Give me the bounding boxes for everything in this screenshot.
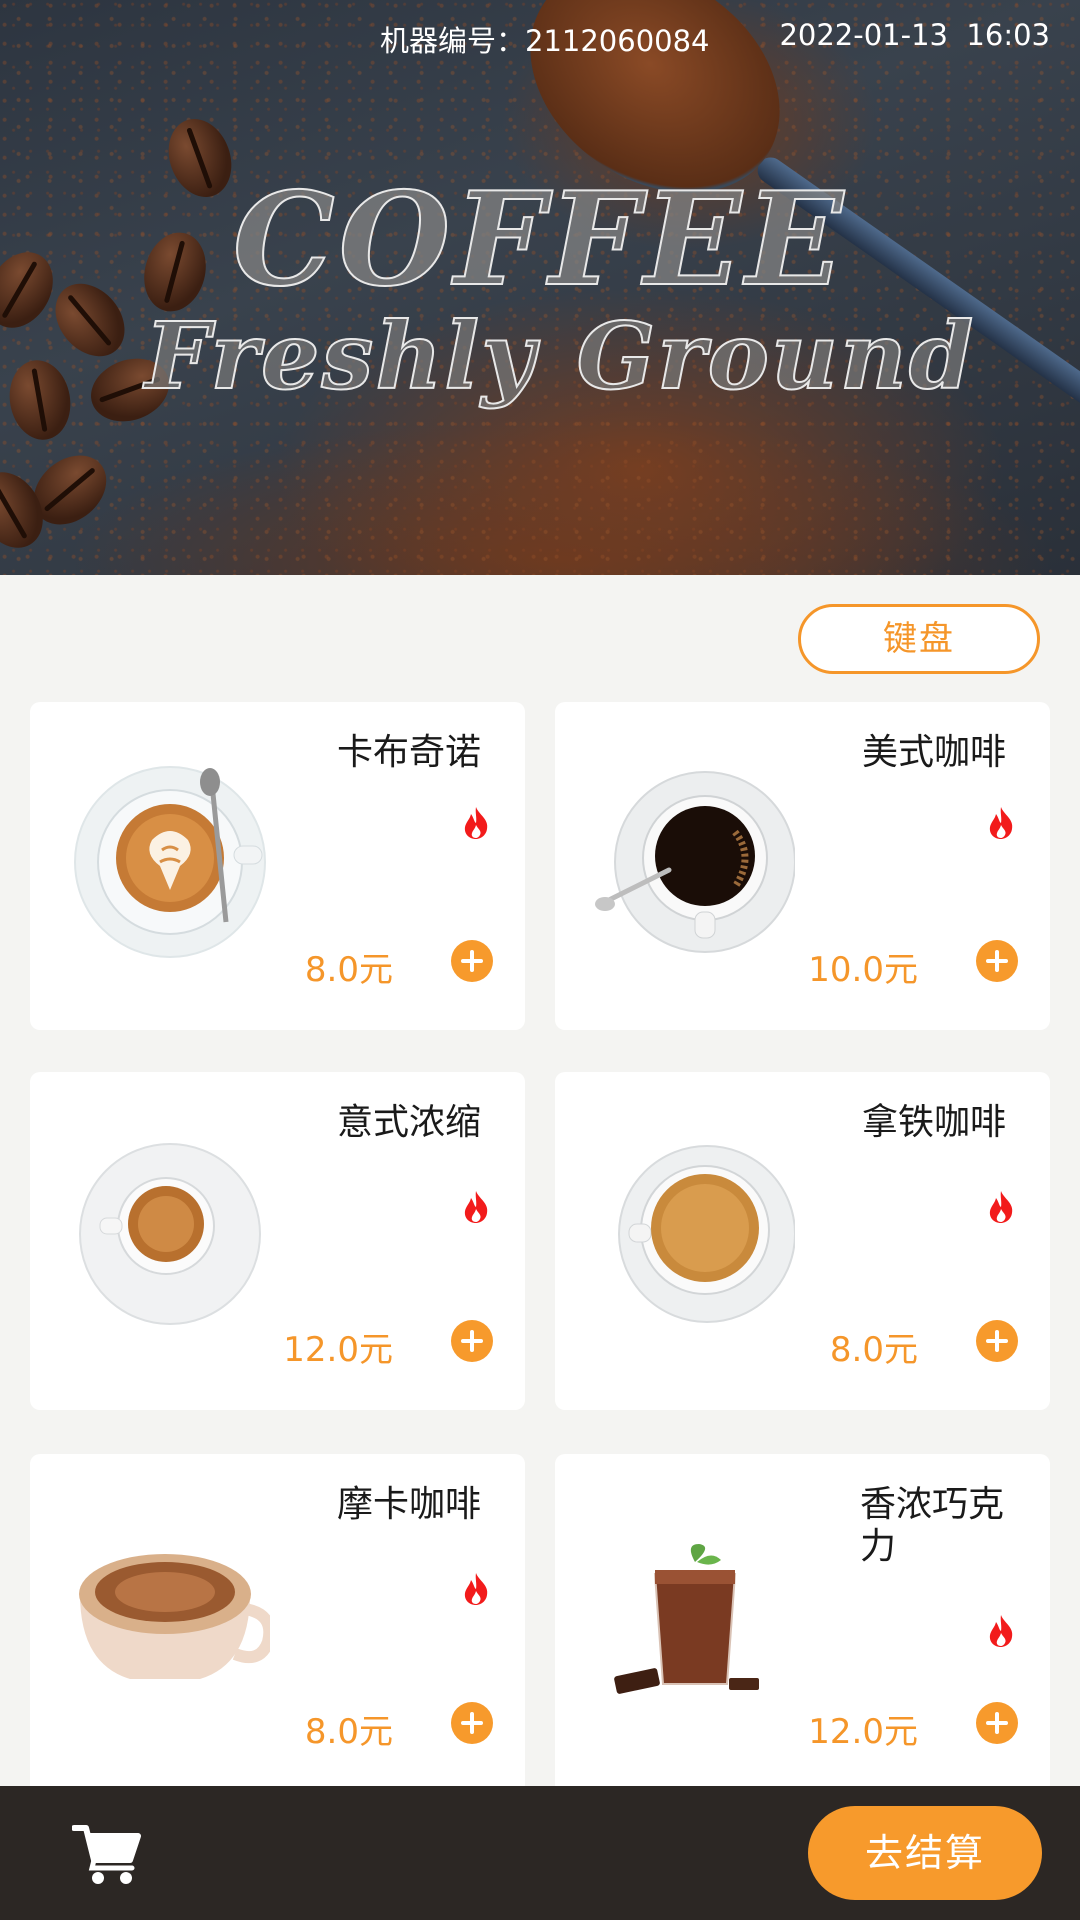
product-card-americano[interactable]: 美式咖啡 10.0元 — [555, 702, 1050, 1030]
product-card-mocha[interactable]: 摩卡咖啡 8.0元 — [30, 1454, 525, 1786]
add-to-cart-button[interactable] — [976, 1702, 1018, 1744]
product-price: 8.0元 — [304, 1712, 393, 1752]
chocolate-glass-icon — [614, 1544, 759, 1694]
product-name: 摩卡咖啡 — [336, 1484, 481, 1525]
product-name: 美式咖啡 — [861, 732, 1006, 773]
product-price: 12.0元 — [283, 1330, 393, 1370]
product-price: 12.0元 — [808, 1712, 918, 1752]
fire-icon — [464, 1573, 488, 1605]
product-name: 卡布奇诺 — [336, 732, 481, 773]
banner-subtitle: Freshly Ground — [0, 301, 1080, 411]
fire-icon — [989, 1615, 1013, 1647]
add-to-cart-button[interactable] — [451, 1320, 493, 1362]
fire-icon — [989, 807, 1013, 839]
fire-icon — [464, 1191, 488, 1223]
fire-icon — [989, 1191, 1013, 1223]
machine-id: 机器编号：2112060084 — [380, 24, 710, 58]
americano-cup-icon — [595, 771, 795, 953]
add-to-cart-button[interactable] — [451, 1702, 493, 1744]
banner-title: COFFEE — [232, 164, 848, 316]
product-grid: 卡布奇诺 8.0元 美式咖啡 10.0元 意式浓缩 12.0元 拿铁咖啡 8.0… — [30, 702, 1050, 1786]
product-card-latte[interactable]: 拿铁咖啡 8.0元 — [555, 1072, 1050, 1410]
fire-icon — [464, 807, 488, 839]
banner: COFFEE Freshly Ground 机器编号：2112060084 202… — [0, 0, 1080, 575]
banner-subtitle-word-2: Ground — [576, 301, 976, 411]
cappuccino-cup-icon — [74, 766, 266, 958]
product-price: 8.0元 — [829, 1330, 918, 1370]
banner-subtitle-word-1: Freshly — [144, 301, 537, 411]
keyboard-button[interactable]: 键盘 — [798, 604, 1040, 674]
product-price: 10.0元 — [808, 950, 918, 990]
checkout-button[interactable]: 去结算 — [808, 1806, 1042, 1900]
datetime: 2022-01-13 16:03 — [779, 18, 1050, 52]
product-name: 意式浓缩 — [336, 1102, 481, 1143]
shopping-cart-icon[interactable] — [72, 1822, 142, 1886]
mocha-cup-icon — [79, 1554, 270, 1679]
espresso-cup-icon — [79, 1143, 261, 1325]
product-name: 拿铁咖啡 — [861, 1102, 1006, 1143]
add-to-cart-button[interactable] — [976, 1320, 1018, 1362]
product-card-chocolate[interactable]: 香浓巧克力 12.0元 — [555, 1454, 1050, 1786]
add-to-cart-button[interactable] — [451, 940, 493, 982]
add-to-cart-button[interactable] — [976, 940, 1018, 982]
product-card-espresso[interactable]: 意式浓缩 12.0元 — [30, 1072, 525, 1410]
bottom-bar: 去结算 — [0, 1786, 1080, 1920]
product-name: 香浓巧克力 — [860, 1484, 1005, 1567]
product-price: 8.0元 — [304, 950, 393, 990]
product-card-cappuccino[interactable]: 卡布奇诺 8.0元 — [30, 702, 525, 1030]
latte-cup-icon — [618, 1145, 795, 1323]
